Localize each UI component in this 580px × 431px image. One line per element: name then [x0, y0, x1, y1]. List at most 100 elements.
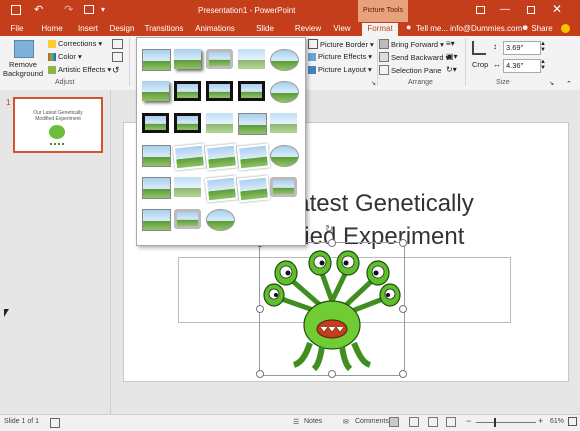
picture-style-option[interactable] — [204, 175, 239, 203]
spell-check-icon[interactable] — [50, 418, 60, 428]
picture-style-option[interactable] — [142, 113, 169, 133]
picture-style-option[interactable] — [142, 81, 169, 101]
picture-style-option[interactable] — [236, 143, 271, 171]
tab-format[interactable]: Format — [362, 23, 398, 36]
resize-handle-n[interactable] — [328, 239, 336, 247]
picture-style-option[interactable] — [174, 209, 201, 229]
picture-style-option[interactable] — [142, 49, 171, 71]
dialog-launcher-icon[interactable]: ↘ — [549, 80, 554, 87]
tab-file[interactable]: File — [6, 23, 28, 36]
picture-style-option[interactable] — [238, 113, 267, 135]
comments-icon[interactable]: ✉ — [343, 418, 349, 426]
resize-handle-ne[interactable] — [399, 239, 407, 247]
slide-show-icon[interactable] — [446, 417, 456, 427]
picture-style-option[interactable] — [206, 81, 233, 101]
picture-selection-frame[interactable]: ↻ — [256, 224, 407, 378]
monster-picture[interactable] — [260, 243, 404, 375]
crop-icon[interactable] — [472, 41, 486, 55]
notes-icon[interactable]: ☰ — [293, 418, 299, 426]
undo-icon[interactable]: ↶ — [34, 3, 43, 16]
picture-style-option[interactable] — [174, 177, 201, 197]
picture-style-option[interactable] — [142, 177, 171, 199]
selection-pane-button[interactable]: Selection Pane — [379, 65, 441, 75]
notes-button[interactable]: Notes — [304, 418, 322, 425]
picture-style-option[interactable] — [142, 209, 171, 231]
height-input[interactable]: 3.69" — [503, 41, 541, 55]
qat-dropdown-icon[interactable]: ▾ — [101, 5, 105, 14]
color-button[interactable]: Color ▾ — [48, 52, 82, 61]
picture-effects-button[interactable]: Picture Effects ▾ — [308, 52, 372, 61]
picture-style-option[interactable] — [270, 177, 297, 197]
redo-icon[interactable]: ↷ — [64, 3, 73, 16]
resize-handle-sw[interactable] — [256, 370, 264, 378]
picture-style-option[interactable] — [172, 143, 207, 171]
tell-me-box[interactable]: Tell me... — [416, 23, 450, 36]
close-button[interactable]: ✕ — [552, 2, 562, 16]
user-account[interactable]: info@Dummies.com — [450, 23, 522, 36]
save-icon[interactable] — [11, 5, 21, 15]
align-icon[interactable]: ≡▾ — [446, 39, 455, 48]
picture-style-option[interactable] — [270, 81, 299, 103]
tab-view[interactable]: View — [330, 23, 354, 36]
reading-view-icon[interactable] — [428, 417, 438, 427]
resize-handle-e[interactable] — [399, 305, 407, 313]
rotate-icon[interactable]: ↻▾ — [446, 65, 457, 74]
zoom-slider[interactable] — [476, 422, 536, 423]
picture-style-option[interactable] — [142, 145, 171, 167]
picture-style-option[interactable] — [270, 49, 299, 71]
width-input[interactable]: 4.36" — [503, 59, 541, 73]
compress-pictures-icon[interactable] — [112, 39, 123, 49]
ribbon-display-options-icon[interactable] — [476, 6, 485, 14]
bring-forward-button[interactable]: Bring Forward ▾ — [379, 39, 444, 49]
picture-style-option[interactable] — [238, 49, 265, 69]
picture-style-option[interactable] — [174, 81, 201, 101]
picture-style-option[interactable] — [236, 175, 271, 203]
send-backward-button[interactable]: Send Backward ▾ — [379, 52, 449, 62]
share-button[interactable]: Share — [531, 23, 553, 36]
zoom-level[interactable]: 61% — [550, 418, 564, 425]
collapse-ribbon-icon[interactable]: ⌃ — [566, 80, 572, 88]
slide-thumbnail[interactable]: Our Latest Genetically Modified Experime… — [13, 97, 103, 153]
tab-design[interactable]: Design — [108, 23, 136, 36]
picture-border-button[interactable]: Picture Border ▾ — [308, 39, 374, 49]
tab-slide-show[interactable]: Slide Show — [245, 23, 285, 45]
tab-home[interactable]: Home — [38, 23, 66, 36]
tab-animations[interactable]: Animations — [194, 23, 236, 36]
picture-style-option[interactable] — [206, 113, 233, 133]
comments-button[interactable]: Comments — [355, 418, 389, 425]
picture-style-option[interactable] — [270, 113, 297, 133]
resize-handle-w[interactable] — [256, 305, 264, 313]
zoom-slider-thumb[interactable] — [494, 418, 496, 427]
slide-sorter-icon[interactable] — [409, 417, 419, 427]
smiley-icon[interactable] — [561, 24, 570, 33]
corrections-button[interactable]: Corrections ▾ — [48, 39, 102, 48]
group-icon[interactable]: ▣▾ — [446, 52, 458, 61]
picture-style-option[interactable] — [270, 145, 299, 167]
picture-style-option[interactable] — [174, 113, 201, 133]
reset-picture-icon[interactable]: ↺ — [112, 65, 120, 76]
picture-layout-button[interactable]: Picture Layout ▾ — [308, 65, 372, 74]
remove-background-button[interactable]: Remove Background — [2, 60, 44, 78]
normal-view-icon[interactable] — [389, 417, 399, 427]
rotate-handle-icon[interactable]: ↻ — [325, 224, 333, 235]
crop-button-label[interactable]: Crop — [472, 60, 488, 69]
picture-style-option[interactable] — [238, 81, 265, 101]
resize-handle-s[interactable] — [328, 370, 336, 378]
fit-to-window-icon[interactable] — [568, 417, 577, 426]
picture-style-option[interactable] — [206, 49, 233, 69]
start-from-beginning-icon[interactable] — [84, 5, 94, 14]
dialog-launcher-icon[interactable]: ↘ — [371, 80, 376, 87]
minimize-button[interactable]: — — [500, 4, 510, 15]
picture-style-option[interactable] — [174, 49, 201, 69]
tab-transitions[interactable]: Transitions — [144, 23, 184, 36]
resize-handle-se[interactable] — [399, 370, 407, 378]
change-picture-icon[interactable] — [112, 52, 123, 62]
tab-review[interactable]: Review — [293, 23, 323, 36]
maximize-button[interactable] — [527, 6, 535, 14]
width-spinner-icon[interactable]: ▲ ▼ — [540, 59, 546, 71]
tab-insert[interactable]: Insert — [74, 23, 102, 36]
artistic-effects-button[interactable]: Artistic Effects ▾ — [48, 65, 111, 74]
picture-style-option[interactable] — [204, 143, 239, 171]
height-spinner-icon[interactable]: ▲ ▼ — [540, 41, 546, 53]
zoom-in-button[interactable]: + — [538, 416, 543, 426]
